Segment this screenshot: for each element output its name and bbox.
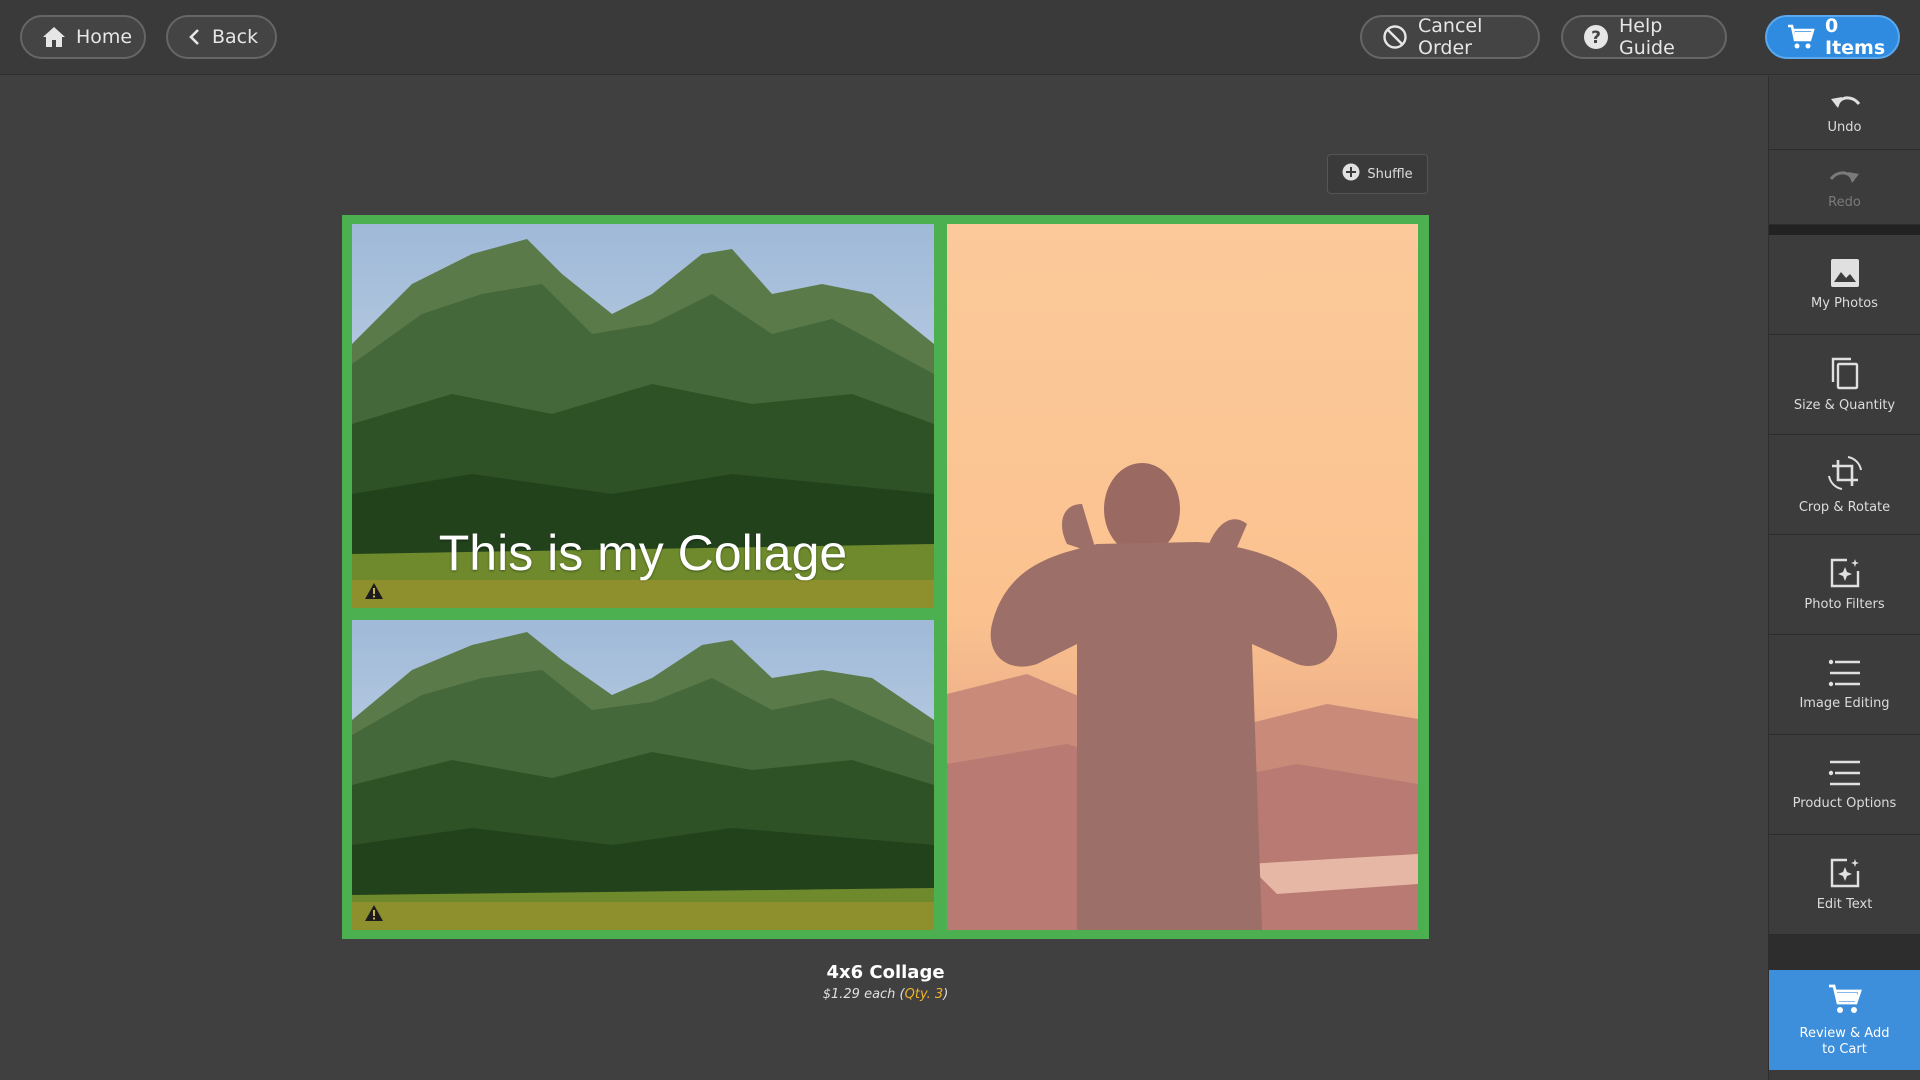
photo-filters-label: Photo Filters: [1804, 597, 1885, 612]
tool-divider-bottom: [1769, 935, 1920, 970]
cart-count-label: 0 Items: [1825, 15, 1886, 59]
undo-icon: [1828, 90, 1862, 112]
crop-rotate-icon: [1826, 454, 1864, 492]
home-button[interactable]: Home: [20, 15, 146, 59]
size-quantity-button[interactable]: Size & Quantity: [1769, 335, 1920, 435]
product-options-label: Product Options: [1792, 796, 1897, 811]
prohibited-icon: [1382, 24, 1408, 50]
edit-text-button[interactable]: Edit Text: [1769, 835, 1920, 935]
image-icon: [1830, 258, 1860, 288]
quantity-link[interactable]: Qty. 3: [905, 987, 944, 1002]
collage-canvas: This is my Collage: [342, 215, 1429, 939]
redo-button[interactable]: Redo: [1769, 150, 1920, 225]
sliders-icon: [1828, 658, 1862, 688]
edit-text-label: Edit Text: [1816, 897, 1873, 912]
undo-label: Undo: [1827, 120, 1862, 135]
low-resolution-strip: [352, 902, 934, 930]
sparkle-image-icon: [1829, 557, 1861, 589]
warning-icon[interactable]: [364, 904, 384, 926]
back-button[interactable]: Back: [166, 15, 277, 59]
my-photos-button[interactable]: My Photos: [1769, 235, 1920, 335]
product-title: 4x6 Collage: [826, 962, 945, 983]
review-add-to-cart-button[interactable]: Review & Add to Cart: [1769, 970, 1920, 1070]
price-text: $1.29 each (: [822, 987, 905, 1002]
back-label: Back: [212, 26, 259, 48]
chevron-left-icon: [188, 27, 202, 47]
product-caption: 4x6 Collage $1.29 each (Qty. 3): [342, 962, 1429, 1002]
price-close: ): [943, 987, 949, 1002]
redo-label: Redo: [1828, 194, 1861, 210]
tool-divider: [1769, 225, 1920, 235]
low-resolution-strip: [352, 580, 934, 608]
review-cart-line1: Review & Add: [1799, 1025, 1890, 1041]
review-add-to-cart-label: Review & Add to Cart: [1800, 1026, 1890, 1058]
copy-icon: [1830, 356, 1860, 390]
photo-filters-button[interactable]: Photo Filters: [1769, 535, 1920, 635]
cart-button[interactable]: 0 Items: [1765, 15, 1900, 59]
shuffle-button[interactable]: Shuffle: [1327, 154, 1428, 194]
cart-icon: [1787, 24, 1815, 50]
mountain-photo: [352, 620, 934, 930]
collage-cell-bottom-left[interactable]: [352, 620, 934, 930]
help-guide-label: Help Guide: [1619, 15, 1675, 59]
product-options-button[interactable]: Product Options: [1769, 735, 1920, 835]
undo-button[interactable]: Undo: [1769, 76, 1920, 150]
size-quantity-label: Size & Quantity: [1793, 398, 1896, 413]
warning-icon[interactable]: [364, 582, 384, 604]
person-sunset-photo: [947, 224, 1418, 930]
options-list-icon: [1828, 758, 1862, 788]
plus-circle-icon: [1342, 163, 1360, 185]
collage-text[interactable]: This is my Collage: [352, 524, 934, 582]
crop-rotate-label: Crop & Rotate: [1798, 500, 1891, 515]
cancel-order-button[interactable]: Cancel Order: [1360, 15, 1540, 59]
home-icon: [42, 26, 66, 48]
help-icon: ?: [1583, 24, 1609, 50]
cancel-order-label: Cancel Order: [1418, 15, 1483, 59]
home-label: Home: [76, 26, 133, 48]
top-bar: Home Back Cancel Order ? Help Guide 0 It…: [0, 0, 1920, 75]
collage-cell-top-left[interactable]: This is my Collage: [352, 224, 934, 608]
redo-icon: [1828, 165, 1862, 187]
shuffle-label: Shuffle: [1367, 166, 1413, 182]
crop-rotate-button[interactable]: Crop & Rotate: [1769, 435, 1920, 535]
my-photos-label: My Photos: [1811, 296, 1878, 311]
collage-cell-right[interactable]: [947, 224, 1418, 930]
image-editing-button[interactable]: Image Editing: [1769, 635, 1920, 735]
tool-panel: Undo Redo My Photos Size & Quantity Crop…: [1768, 76, 1920, 1080]
help-guide-button[interactable]: ? Help Guide: [1561, 15, 1727, 59]
edit-text-icon: [1829, 857, 1861, 889]
cart-icon: [1828, 983, 1862, 1020]
svg-text:?: ?: [1591, 28, 1601, 48]
product-price: $1.29 each (Qty. 3): [342, 987, 1429, 1002]
image-editing-label: Image Editing: [1799, 696, 1890, 711]
review-cart-line2: to Cart: [1822, 1041, 1867, 1057]
